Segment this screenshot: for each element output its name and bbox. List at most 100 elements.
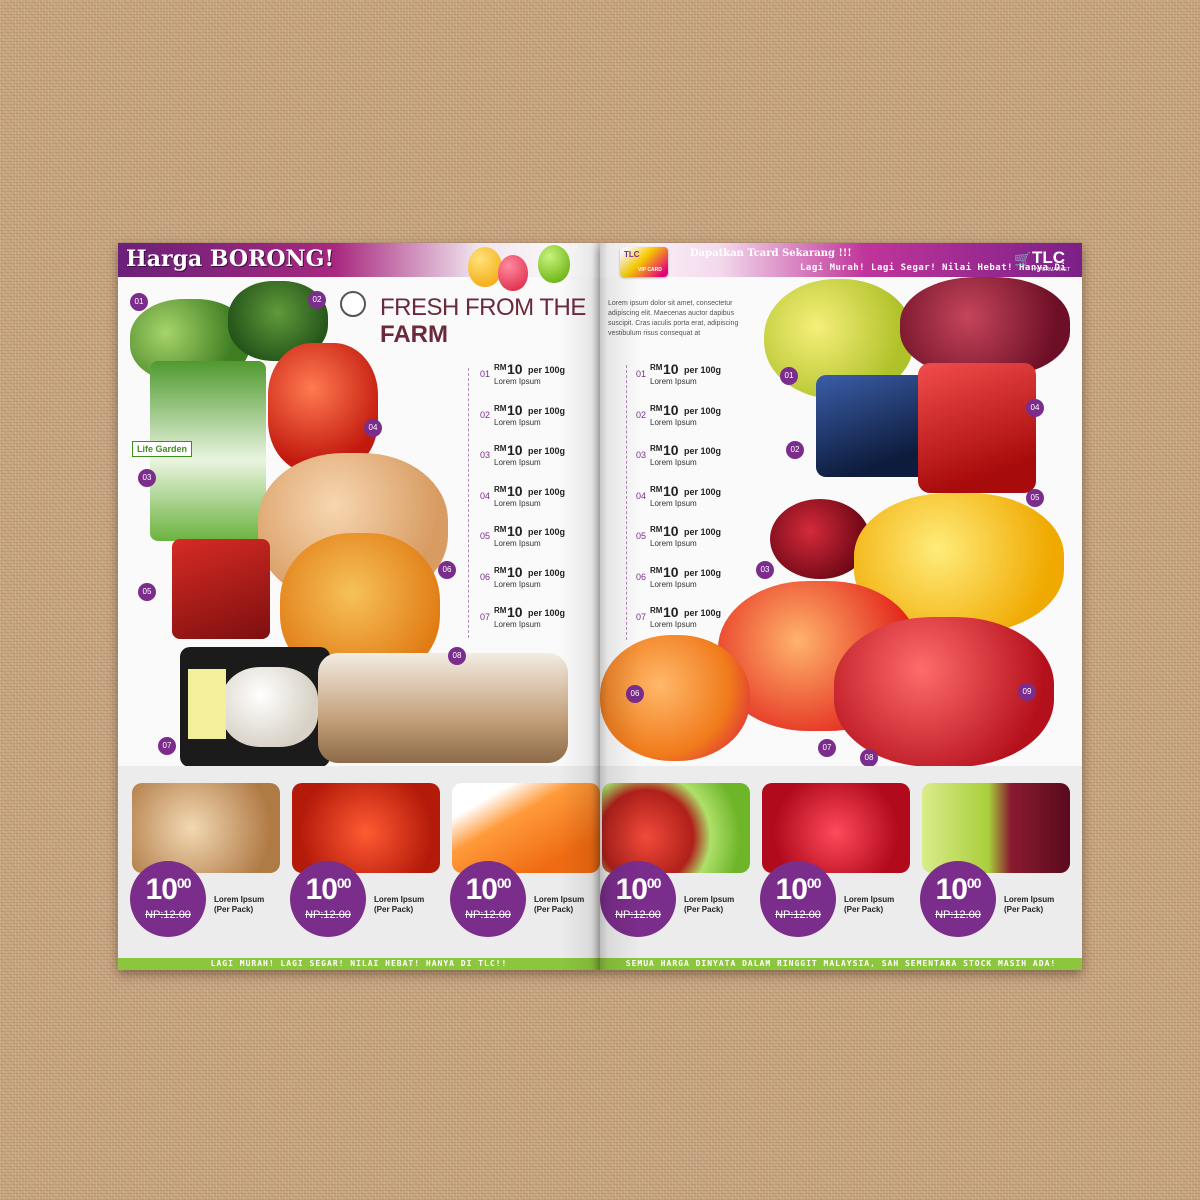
deal-old-price: NP:12.00: [775, 909, 821, 921]
price-value: 10: [507, 563, 523, 580]
price-unit: per 100g: [528, 446, 566, 456]
price-unit: per 100g: [528, 608, 566, 618]
price-currency: RM: [650, 484, 663, 494]
card-label: TLC: [624, 250, 640, 259]
price-unit: per 100g: [684, 446, 722, 456]
item-number-badge: 05: [1026, 489, 1044, 507]
price-list-item: 02 RM 10 per 100g Lorem Ipsum: [480, 402, 590, 430]
deal-description: Lorem Ipsum (Per Pack): [374, 895, 424, 915]
footer-bar: LAGI MURAH! LAGI SEGAR! NILAI HEBAT! HAN…: [118, 958, 600, 970]
deal-pack: (Per Pack): [684, 905, 724, 914]
price-item-number: 07: [480, 612, 491, 622]
deal-price: 1000: [450, 873, 526, 907]
deal-price-value: 10: [465, 873, 498, 906]
deal-name: Lorem Ipsum: [1004, 895, 1055, 904]
price-currency: RM: [494, 565, 507, 575]
price-value: 10: [507, 604, 523, 620]
price-item-name: Lorem Ipsum: [494, 417, 541, 427]
item-number-badge: 06: [438, 561, 456, 579]
deal-price-cents: 00: [176, 875, 192, 891]
price-currency: RM: [494, 363, 507, 372]
item-number-badge: 07: [158, 737, 176, 755]
price-item-name: Lorem Ipsum: [650, 417, 697, 427]
price-list-item: 01 RM 10 per 100g Lorem Ipsum: [636, 361, 746, 389]
deal-old-price: NP:12.00: [305, 909, 351, 921]
deal-name: Lorem Ipsum: [684, 895, 735, 904]
page-title: FRESH FROM THE FARM: [380, 295, 600, 349]
item-number-badge: 08: [448, 647, 466, 665]
price-list-item: 06 RM 10 per 100g Lorem Ipsum: [636, 564, 746, 592]
price-item-name: Lorem Ipsum: [650, 539, 697, 548]
deal-price: 1000: [760, 873, 836, 907]
deal-card-onions: [132, 783, 280, 873]
mushroom-tray-image: [180, 647, 330, 767]
price-currency: RM: [650, 565, 663, 575]
price-circle: 1000 NP:12.00: [920, 861, 996, 937]
item-number-badge: 04: [1026, 399, 1044, 417]
deal-description: Lorem Ipsum (Per Pack): [534, 895, 584, 915]
tlc-card-image: TLC VIP CARD: [620, 247, 668, 277]
price-unit: per 100g: [528, 567, 566, 578]
item-number-badge: 07: [818, 739, 836, 757]
price-item-number: 04: [636, 490, 647, 501]
deal-card-tomatoes: [292, 783, 440, 873]
price-list-item: 07 RM 10 per 100g Lorem Ipsum: [480, 604, 590, 632]
price-unit: per 100g: [684, 486, 722, 497]
burlap-background: { "left_page": { "header_title": "Harga …: [0, 0, 1200, 1200]
price-item-number: 04: [480, 490, 491, 501]
item-number-badge: 01: [780, 367, 798, 385]
price-list-item: 05 RM 10 per 100g Lorem Ipsum: [636, 523, 746, 551]
item-number-badge: 02: [308, 291, 326, 309]
header-title: Harga BORONG!: [126, 246, 335, 272]
grapefruit-image: [600, 635, 750, 761]
deal-description: Lorem Ipsum (Per Pack): [684, 895, 734, 915]
deal-card-carrots: [452, 783, 600, 873]
price-item-name: Lorem Ipsum: [650, 458, 697, 467]
price-list-item: 06 RM 10 per 100g Lorem Ipsum: [480, 564, 590, 592]
deal-price: 1000: [290, 873, 366, 907]
deal-description: Lorem Ipsum (Per Pack): [214, 895, 264, 915]
price-currency: RM: [650, 363, 663, 372]
deal-card-apples: [602, 783, 750, 873]
deal-description: Lorem Ipsum (Per Pack): [844, 895, 894, 915]
price-item-number: 07: [636, 612, 647, 622]
price-list-item: 03 RM 10 per 100g Lorem Ipsum: [636, 442, 746, 470]
price-item-name: Lorem Ipsum: [494, 377, 541, 386]
price-item-number: 01: [636, 369, 647, 379]
item-number-badge: 03: [756, 561, 774, 579]
deal-price-cents: 00: [646, 875, 662, 891]
deal-name: Lorem Ipsum: [374, 895, 425, 904]
price-divider: [626, 365, 627, 640]
seal-icon: [340, 291, 366, 317]
balloon-image: [468, 247, 502, 287]
price-item-number: 05: [636, 531, 647, 541]
item-number-badge: 08: [860, 749, 878, 767]
title-line-1: FRESH FROM THE: [380, 294, 586, 321]
price-value: 10: [507, 401, 523, 418]
price-item-name: Lorem Ipsum: [650, 377, 697, 386]
balloon-image: [538, 245, 570, 283]
price-unit: per 100g: [684, 567, 722, 578]
price-value: 10: [663, 401, 679, 418]
deal-old-price: NP:12.00: [145, 909, 191, 921]
item-number-badge: 09: [1018, 683, 1036, 701]
grape-tomatoes-pack-image: [172, 539, 270, 639]
deal-price-cents: 00: [496, 875, 512, 891]
strawberries-pack-image: [918, 363, 1036, 493]
price-list-item: 04 RM 10 per 100g Lorem Ipsum: [480, 483, 590, 511]
card-sublabel: VIP CARD: [638, 267, 662, 273]
deal-description: Lorem Ipsum (Per Pack): [1004, 895, 1054, 915]
price-unit: per 100g: [684, 365, 722, 375]
price-value: 10: [663, 482, 679, 499]
right-header-bar: TLC VIP CARD Dapatkan Tcard Sekarang !!!…: [600, 243, 1082, 277]
price-item-number: 02: [636, 409, 647, 420]
price-circle: 1000 NP:12.00: [130, 861, 206, 937]
price-value: 10: [663, 361, 679, 377]
price-value: 10: [663, 442, 679, 458]
price-unit: per 100g: [528, 527, 566, 537]
price-unit: per 100g: [528, 405, 566, 416]
price-value: 10: [507, 523, 523, 539]
cart-icon: 🛒: [1014, 251, 1032, 267]
price-value: 10: [507, 482, 523, 499]
deal-price-cents: 00: [966, 875, 982, 891]
